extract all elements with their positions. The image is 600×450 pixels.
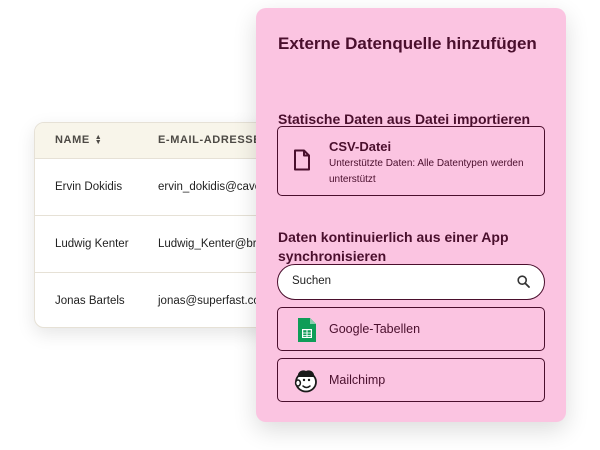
sync-data-heading: Daten kontinuierlich aus einer App synch…: [278, 229, 509, 264]
file-icon: [294, 149, 310, 171]
add-data-source-panel: Externe Datenquelle hinzufügen Statische…: [256, 8, 566, 422]
cell-name: Ervin Dokidis: [55, 181, 123, 193]
cell-email: Ludwig_Kenter@bri: [158, 238, 260, 250]
search-text: Suchen: [292, 275, 332, 287]
google-sheets-icon: [298, 318, 316, 342]
csv-title: CSV-Datei: [329, 139, 392, 154]
mailchimp-label: Mailchimp: [329, 373, 386, 387]
mailchimp-icon: [294, 370, 317, 393]
mailchimp-option[interactable]: Mailchimp: [277, 358, 545, 402]
csv-file-option[interactable]: CSV-Datei Unterstützte Daten: Alle Daten…: [277, 126, 545, 196]
csv-description: Unterstützte Daten: Alle Datentypen werd…: [329, 158, 524, 185]
google-sheets-option[interactable]: Google-Tabellen: [277, 307, 545, 351]
cell-email: ervin_dokidis@cave: [158, 181, 262, 193]
google-sheets-label: Google-Tabellen: [329, 322, 421, 336]
panel-title: Externe Datenquelle hinzufügen: [278, 34, 537, 53]
cell-name: Ludwig Kenter: [55, 238, 129, 250]
cell-email: jonas@superfast.con: [158, 295, 267, 307]
cell-name: Jonas Bartels: [55, 295, 125, 307]
search-input[interactable]: Suchen: [277, 264, 545, 300]
sort-icon[interactable]: ▲▼: [95, 134, 103, 146]
search-icon[interactable]: [517, 275, 530, 288]
column-header-name[interactable]: NAME ▲ ▼: [55, 134, 102, 146]
